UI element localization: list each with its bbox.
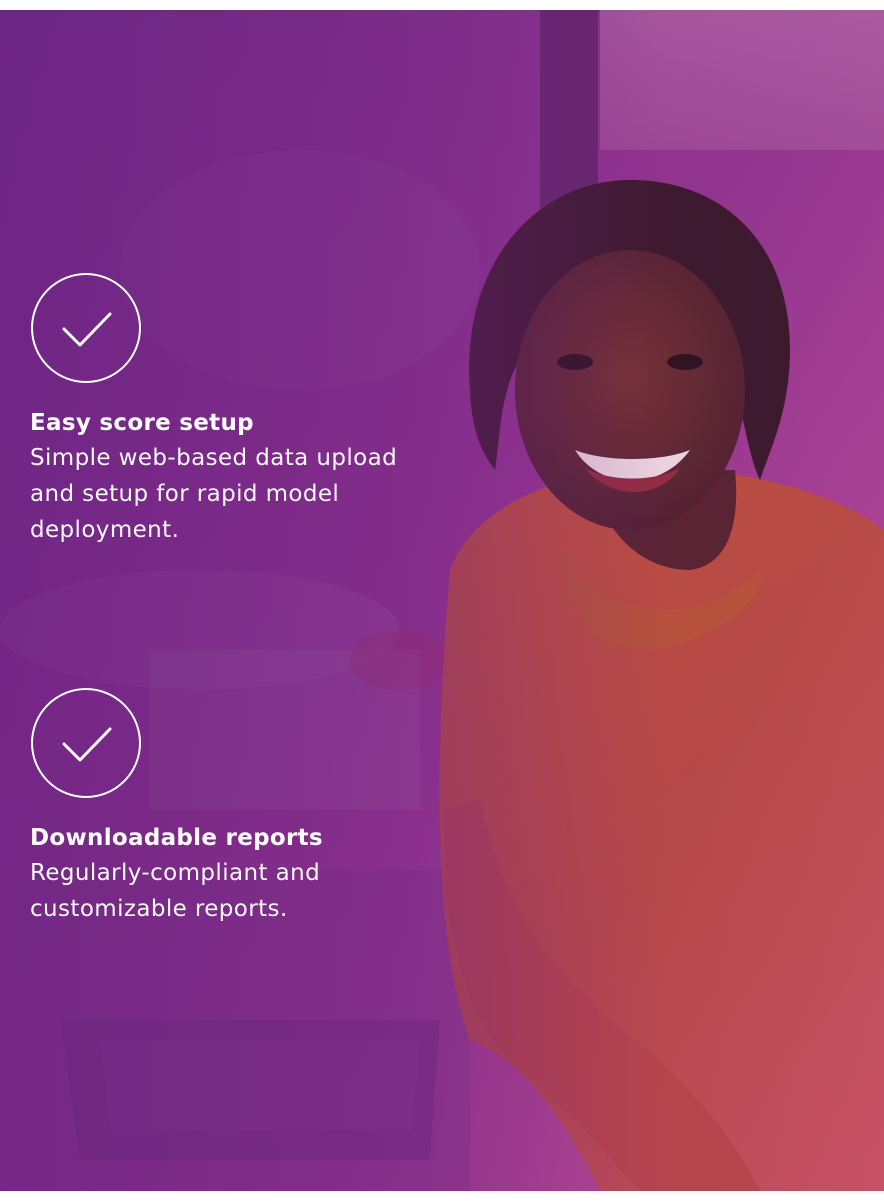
feature-downloadable-reports: Downloadable reports Regularly-compliant… — [30, 687, 430, 927]
feature-description: Simple web-based data upload and setup f… — [30, 445, 398, 543]
feature-easy-score-setup: Easy score setup Simple web-based data u… — [30, 272, 430, 548]
check-circle-icon — [31, 273, 141, 383]
check-circle-icon — [31, 688, 141, 798]
feature-title: Easy score setup — [30, 410, 254, 436]
hero-section: Easy score setup Simple web-based data u… — [0, 10, 884, 1191]
purple-gradient-overlay — [0, 10, 884, 1191]
feature-title: Downloadable reports — [30, 825, 323, 851]
feature-description: Regularly-compliant and customizable rep… — [30, 860, 321, 922]
